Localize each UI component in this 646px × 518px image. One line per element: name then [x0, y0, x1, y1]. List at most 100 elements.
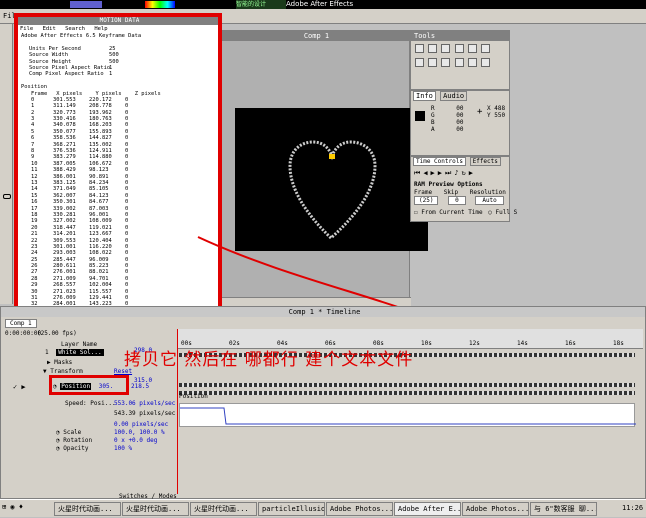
- first-frame-icon[interactable]: ⏮: [414, 169, 423, 177]
- ram-title: RAM Preview Options: [414, 181, 483, 188]
- taskbar-button[interactable]: 火星时代动画...: [54, 502, 121, 516]
- taskbar-button[interactable]: 火星时代动画...: [122, 502, 189, 516]
- tab-effects[interactable]: Effects: [469, 157, 501, 166]
- ram-checkboxes: ☐ From Current Time ○ Full S: [414, 209, 517, 216]
- start-icon[interactable]: ⊞ ◉ ♦: [2, 503, 32, 515]
- timeline-title: Comp 1 * Timeline: [1, 307, 645, 317]
- keyframe-track-3: [179, 391, 635, 395]
- taskbar-button[interactable]: Adobe Photos...: [326, 502, 393, 516]
- skip-input[interactable]: 0: [448, 196, 466, 205]
- time-controls-panel: Time Controls Effects ⏮◀▶▶⏭♪↻▶ RAM Previ…: [410, 156, 517, 222]
- xy-values: X 488 Y 550: [487, 105, 506, 119]
- arrow-tool-icon[interactable]: [415, 44, 424, 53]
- camera-tool-icon[interactable]: [441, 44, 451, 53]
- notepad-menu-search[interactable]: Search: [65, 26, 85, 32]
- hand-tool-icon[interactable]: [415, 58, 424, 67]
- scale-val[interactable]: 100.0, 100.0 %: [114, 429, 165, 436]
- col-layer-name: Layer Name: [61, 341, 98, 348]
- notepad-menu: File Edit Search Help: [18, 25, 218, 33]
- orbit-tool-icon[interactable]: [441, 58, 451, 67]
- ruler-tick: 16s: [565, 340, 576, 347]
- top-colorbar: [145, 1, 175, 8]
- comp-title: Comp 1: [221, 31, 409, 41]
- info-panel: Info Audio R 00 G 00 B 00 A 00 + X 488 Y…: [410, 90, 510, 156]
- play-icon[interactable]: ▶: [431, 169, 438, 177]
- top-tag: 智能的设计: [236, 0, 286, 9]
- tab-info[interactable]: Info: [413, 91, 436, 101]
- mask-tool-icon[interactable]: [467, 44, 477, 53]
- rotation-val[interactable]: 0 x +0.0 deg: [114, 437, 157, 444]
- zoom-tool-icon[interactable]: [428, 58, 438, 67]
- tab-time-controls[interactable]: Time Controls: [413, 157, 466, 166]
- crosshair-icon: +: [477, 107, 483, 117]
- speed-val1: 553.06 pixels/sec: [114, 400, 176, 407]
- last-frame-icon[interactable]: ⏭: [445, 169, 454, 177]
- tools-title: Tools: [411, 31, 509, 41]
- left-strip: [0, 24, 13, 304]
- scale-row[interactable]: ◔ Scale: [56, 429, 81, 436]
- audio-icon[interactable]: ♪: [454, 169, 461, 177]
- speed-val3: 0.00 pixels/sec: [114, 421, 169, 428]
- tab-audio[interactable]: Audio: [440, 91, 468, 101]
- speed-val2: 543.39 pixels/sec: [114, 410, 176, 417]
- annotation-text: 拷贝它 然后在 哪都行 建个文本文件: [124, 350, 414, 370]
- position-row[interactable]: ◔ Position 305.: [53, 383, 113, 390]
- ram-values: (25) 0 Auto: [414, 196, 510, 205]
- notepad-menu-help[interactable]: Help: [94, 26, 107, 32]
- stopwatch-icon[interactable]: ◔: [53, 383, 57, 390]
- tc-tabs: Time Controls Effects: [413, 157, 501, 166]
- notepad-body[interactable]: Adobe After Effects 6.5 Keyframe Data Un…: [18, 33, 218, 327]
- notepad-menu-file[interactable]: File: [20, 26, 33, 32]
- notepad-menu-edit[interactable]: Edit: [43, 26, 56, 32]
- timeline-tab[interactable]: Comp 1: [5, 319, 37, 328]
- opacity-row[interactable]: ◔ Opacity: [56, 445, 89, 452]
- taskbar: ⊞ ◉ ♦ 火星时代动画... 火星时代动画... 火星时代动画... particl…: [0, 499, 646, 517]
- keyframe-track-2: [179, 383, 635, 387]
- taskbar-button[interactable]: 火星时代动画...: [190, 502, 257, 516]
- ruler-tick: 18s: [613, 340, 624, 347]
- position-y[interactable]: 218.5: [131, 383, 149, 390]
- loop-icon[interactable]: ↻: [462, 169, 469, 177]
- from-current-checkbox[interactable]: ☐ From Current Time: [414, 209, 483, 216]
- brush-tool-icon[interactable]: [481, 58, 491, 67]
- tools-panel: Tools: [410, 30, 510, 90]
- ruler-tick: 12s: [469, 340, 480, 347]
- opacity-val[interactable]: 100 %: [114, 445, 132, 452]
- rgba-values: R 00 G 00 B 00 A 00: [431, 105, 464, 133]
- app-title: Adobe After Effects: [286, 0, 354, 8]
- rotation-row[interactable]: ◔ Rotation: [56, 437, 92, 444]
- taskbar-button[interactable]: particleIllusio...: [258, 502, 325, 516]
- text-tool-icon[interactable]: [467, 58, 477, 67]
- timecode[interactable]: 0:00:00:00: [5, 330, 41, 337]
- graph-label: Position: [179, 393, 208, 400]
- taskbar-button[interactable]: 与 6"数客服 聊...: [530, 502, 597, 516]
- speed-label: Speed: Posi...: [65, 400, 116, 407]
- rect-tool-icon[interactable]: [454, 58, 464, 67]
- taskbar-button[interactable]: Adobe After E...: [394, 502, 461, 516]
- glasses-icon[interactable]: [3, 194, 11, 199]
- ram-preview-icon[interactable]: ▶: [469, 169, 476, 177]
- pan-tool-icon[interactable]: [454, 44, 464, 53]
- prev-frame-icon[interactable]: ◀: [423, 169, 430, 177]
- ruler-tick: 10s: [421, 340, 432, 347]
- color-swatch: [415, 111, 425, 121]
- speed-graph: [179, 403, 636, 427]
- checkmark-icon[interactable]: ✓ ▶: [13, 383, 26, 391]
- full-screen-checkbox[interactable]: ○ Full S: [488, 209, 517, 216]
- taskbar-button[interactable]: Adobe Photos...: [462, 502, 529, 516]
- rotate-tool-icon[interactable]: [428, 44, 438, 53]
- top-bar: 智能的设计 Adobe After Effects: [0, 0, 646, 9]
- timeline-window: Comp 1 * Timeline Comp 1 0:00:00:00 (25.…: [0, 306, 646, 500]
- clock: 11:26: [622, 504, 644, 512]
- top-logo: [70, 1, 102, 8]
- ruler-tick: 14s: [517, 340, 528, 347]
- notepad-title: MOTION DATA: [18, 17, 218, 25]
- transform-label[interactable]: ▼ Transform: [43, 368, 83, 375]
- pen-tool-icon[interactable]: [481, 44, 491, 53]
- frame-select[interactable]: (25): [414, 196, 439, 205]
- playback-buttons: ⏮◀▶▶⏭♪↻▶: [414, 169, 476, 178]
- fps: (25.00 fps): [37, 330, 77, 337]
- resolution-select[interactable]: Auto: [475, 196, 504, 205]
- masks-label[interactable]: ▶ Masks: [47, 359, 72, 366]
- next-frame-icon[interactable]: ▶: [438, 169, 445, 177]
